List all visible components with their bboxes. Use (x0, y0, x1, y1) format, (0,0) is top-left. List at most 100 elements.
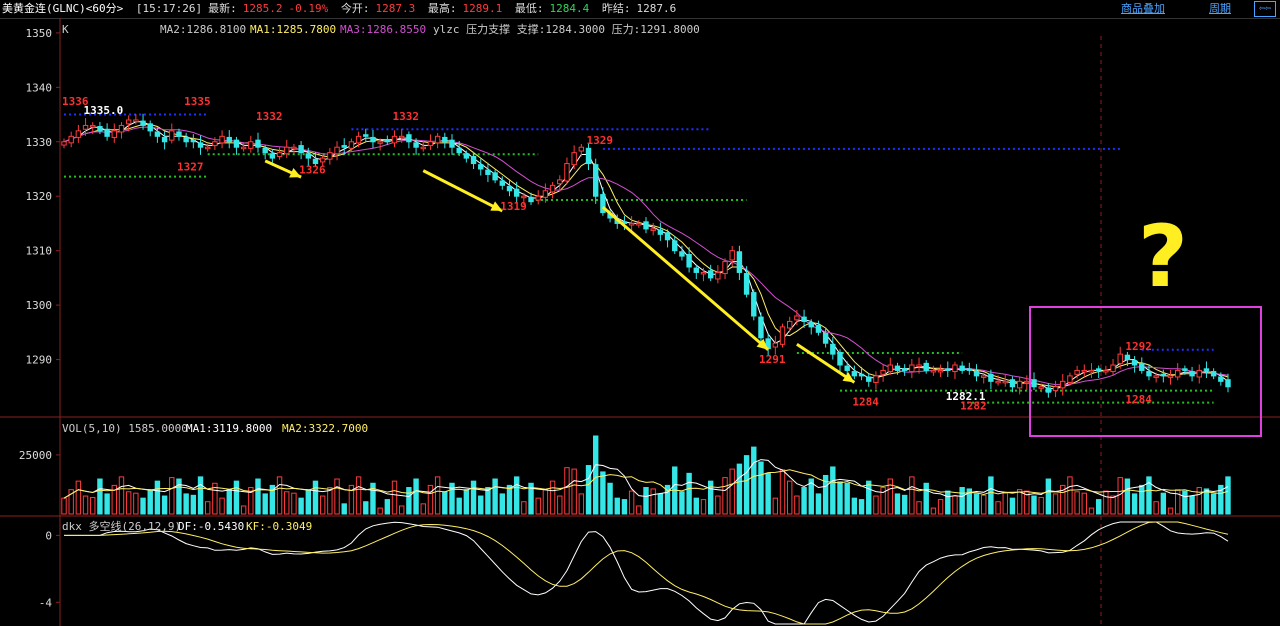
period-link[interactable]: 周期 (1209, 0, 1231, 18)
volume-bar (226, 489, 232, 515)
volume-bar (578, 493, 585, 515)
prev-close-value: 1287.6 (636, 2, 677, 15)
candle-body (779, 326, 786, 345)
candle-body (973, 371, 980, 377)
candle-body (1095, 368, 1102, 371)
volume-bar (118, 476, 125, 515)
candle-body (851, 371, 858, 377)
volume-bar (1052, 493, 1059, 515)
candle-body (291, 146, 297, 150)
candle-body (1153, 375, 1159, 378)
volume-bar (794, 495, 800, 515)
volume-bar (1167, 507, 1174, 515)
candle-body (880, 369, 886, 375)
open-value: 1287.3 (375, 2, 416, 15)
ma1-line (63, 123, 1229, 388)
candle-body (988, 373, 994, 382)
volume-bar (355, 476, 362, 515)
candle-body (937, 369, 944, 373)
volume-bar (636, 505, 642, 515)
candle-body (549, 184, 556, 193)
volume-bar (1139, 484, 1145, 515)
moving-average-lines (63, 121, 1229, 390)
candle-body (406, 134, 412, 143)
volume-bar (887, 478, 893, 515)
volume-bar (614, 497, 620, 515)
dkx-tick-label: 0 (45, 529, 52, 542)
volume-bar (1110, 495, 1116, 515)
candle-body (535, 195, 541, 201)
candle-body (1038, 386, 1044, 389)
volume-bar (736, 463, 743, 515)
price-tick-label: 1310 (26, 245, 53, 258)
candle-body (722, 261, 728, 275)
volume-bar (1196, 487, 1202, 515)
candle-body (506, 185, 513, 192)
volume-bar (585, 465, 592, 515)
candle-body (966, 368, 973, 371)
volume-bar (456, 497, 462, 515)
volume-bar (197, 476, 204, 515)
trend-arrows (264, 159, 856, 384)
candle-body (700, 271, 707, 275)
volume-bar (291, 492, 297, 515)
overlay-commodity-link[interactable]: 商品叠加 (1121, 0, 1165, 18)
volume-bar (657, 493, 664, 515)
back-button[interactable]: ⇦⇦ (1254, 1, 1276, 17)
candle-body (1196, 369, 1202, 378)
volume-tick-label: 25000 (19, 449, 52, 462)
candle-body (190, 139, 197, 143)
candle-body (1117, 353, 1123, 364)
price-annotation: 1335 (184, 95, 211, 108)
volume-bar (341, 503, 347, 515)
volume-bar (492, 478, 498, 515)
volume-bar (679, 491, 685, 515)
volume-bar (873, 495, 879, 515)
volume-bar (406, 487, 412, 515)
volume-axis: 25000 (19, 449, 60, 462)
candle-body (97, 126, 103, 132)
candle-body (183, 136, 189, 143)
volume-bar (571, 468, 577, 515)
volume-bar (513, 476, 520, 515)
candle-body (643, 221, 649, 230)
volume-bar (1189, 495, 1195, 515)
candle-body (456, 147, 462, 154)
candle-body (442, 136, 448, 143)
volume-bar (557, 495, 563, 515)
volume-bar (521, 501, 527, 515)
price-annotation: 1284 (852, 395, 879, 408)
price-annotation: 1326 (299, 163, 326, 176)
high-value: 1289.1 (462, 2, 503, 15)
candle-body (909, 364, 915, 373)
candle-body (1218, 376, 1224, 382)
volume-bar (1117, 477, 1123, 515)
candle-body (1081, 369, 1087, 373)
candle-body (327, 152, 333, 160)
candle-body (981, 375, 987, 378)
ma3-label: MA3:1286.8550 (340, 23, 426, 36)
candle-body (513, 188, 520, 197)
price-tick-label: 1300 (26, 299, 53, 312)
candle-body (1167, 375, 1174, 378)
volume-bar (75, 480, 82, 515)
candle-body (255, 139, 261, 148)
volume-bar (650, 488, 656, 515)
candle-body (1045, 387, 1052, 393)
candle-body (463, 153, 470, 159)
volume-bar (866, 480, 872, 515)
trend-arrow (422, 169, 503, 213)
candle-body (521, 195, 527, 199)
volume-bar (815, 493, 822, 515)
volume-bar (190, 494, 197, 515)
volume-bar (937, 499, 944, 515)
price-annotation: 1329 (587, 134, 614, 147)
volume-bar (298, 497, 304, 515)
volume-bar (564, 467, 570, 515)
candle-body (794, 315, 800, 321)
candle-body (219, 135, 225, 144)
volume-bar (901, 494, 908, 515)
volume-bar (140, 497, 146, 515)
candle-body (82, 124, 89, 130)
candle-body (1182, 368, 1188, 371)
